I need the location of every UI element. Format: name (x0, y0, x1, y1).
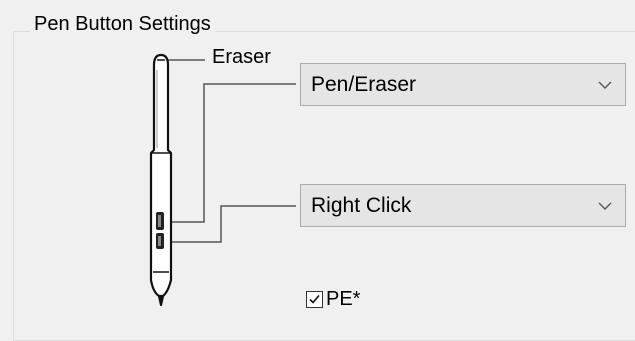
chevron-down-icon (585, 185, 625, 226)
right-click-leader-line (168, 205, 296, 243)
lower-button-function-dropdown[interactable]: Right Click (300, 184, 626, 227)
pen-body (149, 53, 173, 307)
pen-eraser-leader-line (168, 83, 296, 223)
eraser-label: Eraser (212, 46, 271, 68)
pe-checkbox[interactable] (306, 290, 323, 308)
eraser-function-dropdown[interactable]: Pen/Eraser (300, 63, 626, 106)
pe-checkbox-row[interactable]: PE* (306, 287, 360, 311)
dropdown-selected-value: Pen/Eraser (311, 72, 417, 96)
chevron-down-icon (585, 64, 625, 105)
dropdown-selected-value: Right Click (311, 193, 412, 217)
pe-checkbox-label: PE* (326, 288, 361, 310)
checkmark-icon (309, 294, 320, 304)
pen-illustration (149, 53, 296, 307)
